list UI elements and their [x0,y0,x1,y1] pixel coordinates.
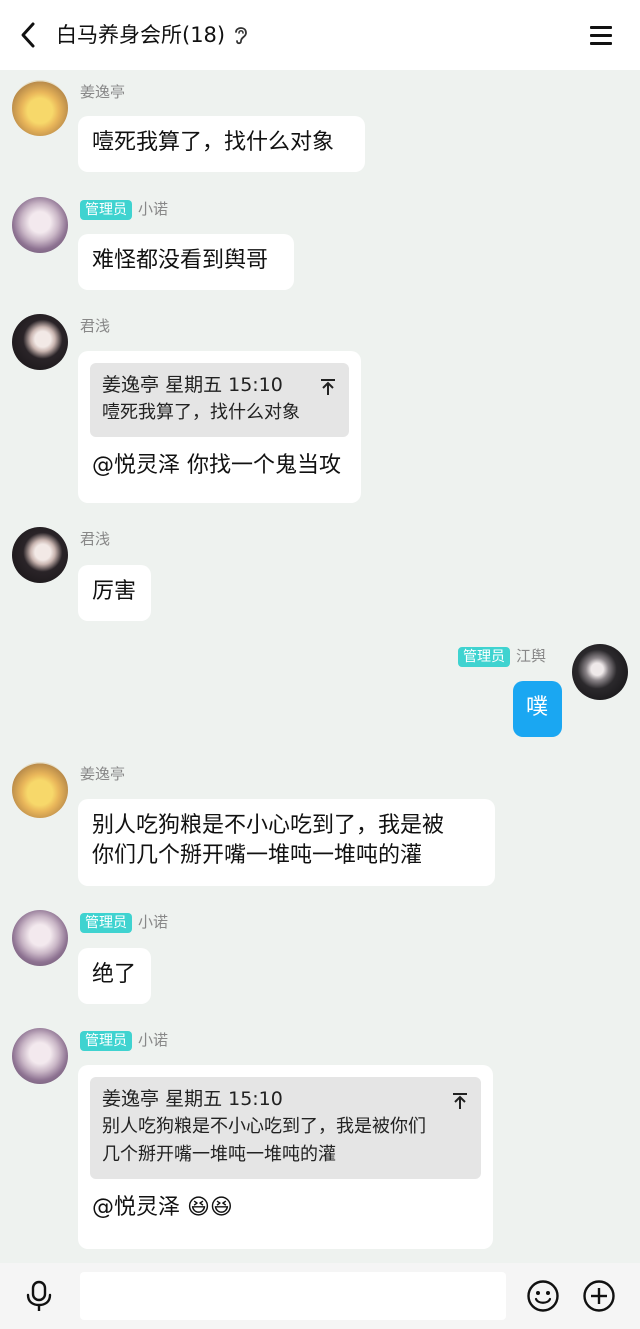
emoji-icon[interactable] [526,1279,560,1317]
admin-badge: 管理员 [80,1031,132,1051]
quoted-message[interactable]: 姜逸亭 星期五 15:10 别人吃狗粮是不小心吃到了，我是被你们 几个掰开嘴一堆… [90,1077,481,1179]
quoted-message[interactable]: 姜逸亭 星期五 15:10 噎死我算了，找什么对象 [90,363,349,437]
message-bubble[interactable]: 难怪都没看到舆哥 [78,234,294,290]
sender-line: 管理员 小诺 [80,1030,168,1051]
microphone-icon[interactable] [22,1279,56,1317]
message-text: @悦灵泽 😆😆 [92,1195,233,1220]
message-bubble[interactable]: 噎死我算了，找什么对象 [78,116,365,172]
quote-line: 几个掰开嘴一堆吨一堆吨的灌 [102,1144,336,1165]
sender-line: 管理员 江舆 [458,646,546,667]
quote-line: 别人吃狗粮是不小心吃到了，我是被你们 [102,1116,426,1137]
jump-to-top-icon[interactable] [319,375,337,405]
message-bubble[interactable]: 噗 [513,681,562,737]
message-line: 你们几个掰开嘴一堆吨一堆吨的灌 [92,843,423,868]
quote-header: 姜逸亭 星期五 15:10 [102,371,337,399]
sender-name: 君浅 [80,530,111,548]
avatar[interactable] [12,197,68,253]
sender-name: 江舆 [516,647,547,665]
chat-title[interactable]: 白马养身会所(18) [56,20,225,50]
avatar[interactable] [12,80,68,136]
message-bubble[interactable]: 姜逸亭 星期五 15:10 别人吃狗粮是不小心吃到了，我是被你们 几个掰开嘴一堆… [78,1065,493,1249]
sender-name: 小诺 [138,1031,169,1049]
message-bubble[interactable]: 绝了 [78,948,151,1004]
quote-header: 姜逸亭 星期五 15:10 [102,1085,469,1113]
sender-name: 小诺 [138,200,169,218]
message-line: 别人吃狗粮是不小心吃到了，我是被 [92,813,445,838]
back-button[interactable] [14,20,42,50]
message-bubble[interactable]: 别人吃狗粮是不小心吃到了，我是被 你们几个掰开嘴一堆吨一堆吨的灌 [78,799,495,886]
message-text: @悦灵泽 你找一个鬼当攻 [92,453,341,478]
avatar[interactable] [12,1028,68,1084]
quote-text: 噎死我算了，找什么对象 [102,402,300,423]
message-input[interactable] [80,1272,506,1320]
sender-name: 小诺 [138,913,169,931]
quote-time: 星期五 15:10 [165,374,283,396]
avatar[interactable] [12,314,68,370]
avatar[interactable] [572,644,628,700]
admin-badge: 管理员 [80,913,132,933]
message-bubble[interactable]: 姜逸亭 星期五 15:10 噎死我算了，找什么对象 @悦灵泽 你找一个鬼当攻 [78,351,361,503]
avatar[interactable] [12,910,68,966]
avatar[interactable] [12,527,68,583]
sender-name: 姜逸亭 [80,83,126,101]
ear-icon[interactable] [232,24,250,50]
quote-author: 姜逸亭 [102,1088,160,1110]
sender-line: 管理员 小诺 [80,912,168,933]
chevron-left-icon [21,22,35,48]
jump-to-top-icon[interactable] [451,1089,469,1119]
sender-name: 姜逸亭 [80,765,126,783]
sender-line: 管理员 小诺 [80,199,168,220]
admin-badge: 管理员 [80,200,132,220]
top-bar: 白马养身会所(18) [0,0,640,70]
menu-button[interactable] [586,20,616,50]
quote-time: 星期五 15:10 [165,1088,283,1110]
admin-badge: 管理员 [458,647,510,667]
input-bar [0,1263,640,1329]
avatar[interactable] [12,762,68,818]
sender-name: 君浅 [80,317,111,335]
quote-author: 姜逸亭 [102,374,160,396]
plus-circle-icon[interactable] [582,1279,616,1317]
message-bubble[interactable]: 厉害 [78,565,151,621]
